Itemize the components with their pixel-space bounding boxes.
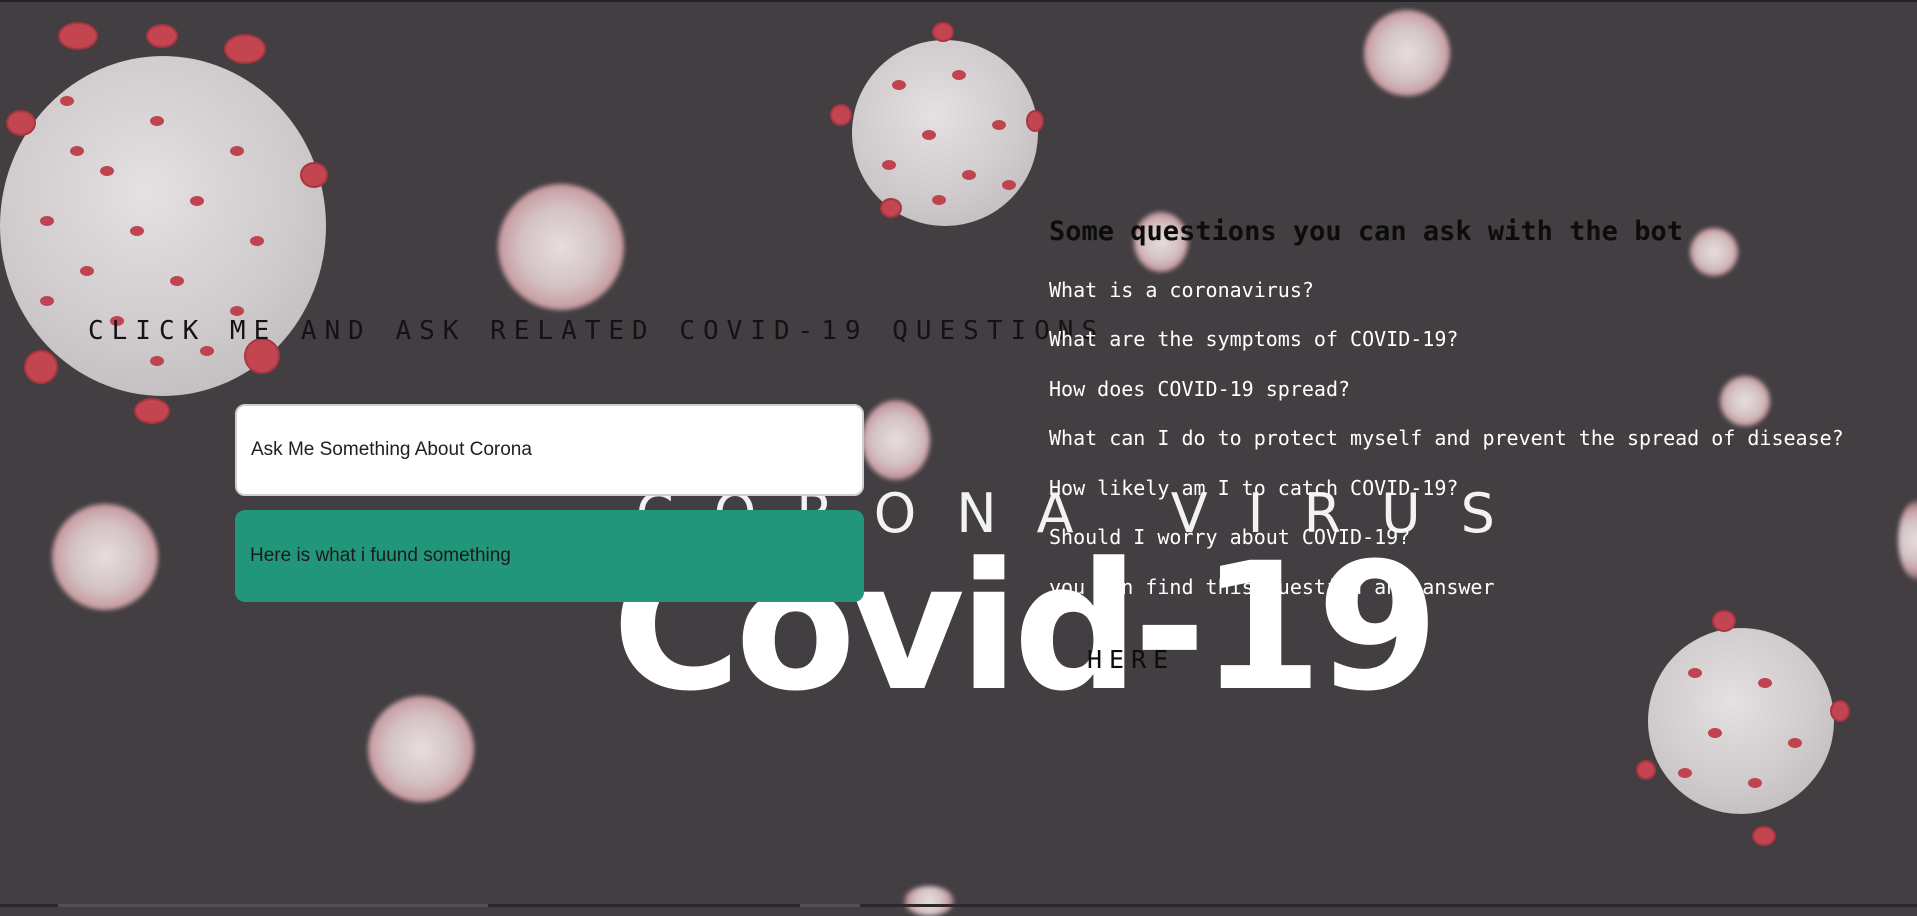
bot-answer-box: Here is what i fuund something [235, 510, 864, 602]
question-item: What is a coronavirus? [1049, 278, 1314, 302]
virus-icon [1898, 500, 1917, 580]
virus-spike-icon [1026, 110, 1044, 132]
virus-spike-icon [146, 24, 178, 48]
question-item: What are the symptoms of COVID-19? [1049, 327, 1459, 351]
top-border [0, 0, 1917, 2]
bot-answer-text: Here is what i fuund something [250, 545, 511, 566]
ask-question-input[interactable] [235, 404, 864, 496]
virus-icon [1364, 10, 1450, 96]
virus-spike-icon [1712, 610, 1736, 632]
virus-spike-icon [1830, 700, 1850, 722]
virus-spike-icon [1636, 760, 1656, 780]
virus-icon [1690, 228, 1738, 276]
virus-spike-icon [880, 198, 902, 218]
chatbot-heading[interactable]: CLICK ME AND ASK RELATED COVID-19 QUESTI… [88, 316, 1105, 346]
question-item: Should I worry about COVID-19? [1049, 525, 1411, 549]
virus-spike-icon [830, 104, 852, 126]
virus-spike-icon [300, 162, 328, 188]
virus-spike-icon [134, 398, 170, 424]
virus-icon [52, 504, 158, 610]
virus-icon [862, 400, 930, 480]
virus-icon [1648, 628, 1834, 814]
virus-spike-icon [24, 350, 58, 384]
question-item: How likely am I to catch COVID-19? [1049, 476, 1459, 500]
questions-title: Some questions you can ask with the bot [1049, 216, 1683, 247]
virus-icon [852, 40, 1038, 226]
virus-spike-icon [932, 22, 954, 42]
virus-icon [368, 696, 474, 802]
virus-spike-icon [224, 34, 266, 64]
question-item: What can I do to protect myself and prev… [1049, 426, 1844, 450]
virus-icon [904, 886, 954, 916]
virus-icon [1720, 376, 1770, 426]
virus-spike-icon [1752, 826, 1776, 846]
here-link[interactable]: HERE [1087, 645, 1175, 674]
question-item: you can find this question and answer [1049, 575, 1495, 599]
virus-spike-icon [6, 110, 36, 136]
virus-icon [498, 184, 624, 310]
question-item: How does COVID-19 spread? [1049, 377, 1351, 401]
virus-spike-icon [58, 22, 98, 50]
